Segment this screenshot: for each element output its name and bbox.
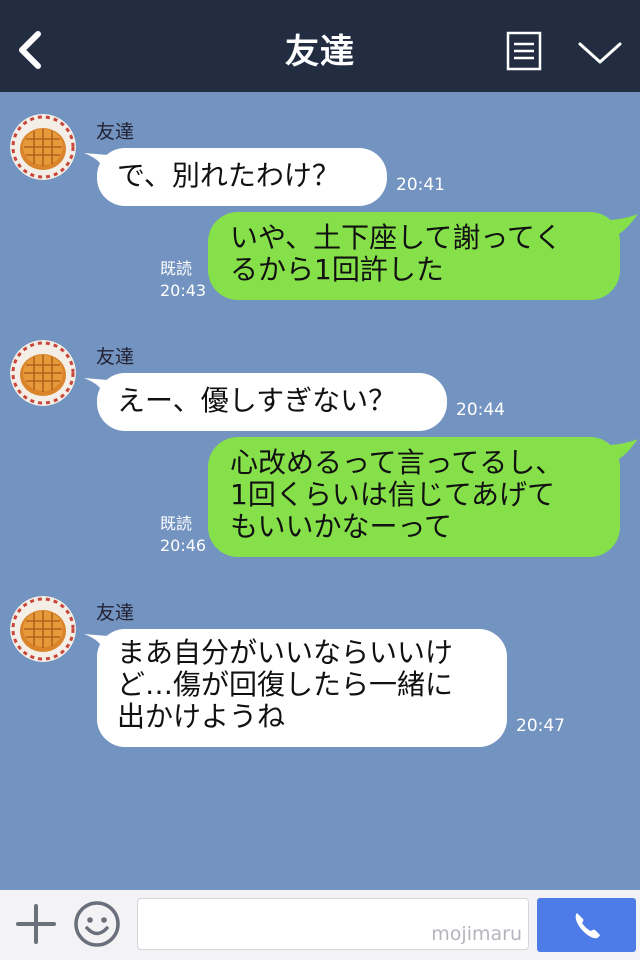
message-line: まあ自分がいいならいいけ <box>117 636 454 669</box>
call-button[interactable] <box>537 898 636 952</box>
sender-name: 友達 <box>96 602 135 624</box>
message-line: 1回くらいは信じてあげて <box>230 478 555 511</box>
message-line: ど…傷が回復したら一緒に <box>117 668 454 701</box>
chat-header: 友達 <box>0 0 640 92</box>
smile-icon[interactable] <box>72 899 122 949</box>
phone-icon <box>575 913 600 939</box>
chevron-down-icon[interactable] <box>576 38 624 68</box>
message-bubble-outgoing[interactable]: いや、土下座して謝ってく るから1回許した <box>208 212 620 300</box>
message-line: 心改めるって言ってるし、 <box>230 446 564 479</box>
message-line: いや、土下座して謝ってく <box>230 221 563 254</box>
message-bubble-incoming[interactable]: まあ自分がいいならいいけ ど…傷が回復したら一緒に 出かけようね <box>97 629 507 747</box>
sender-name: 友達 <box>96 121 135 143</box>
read-label: 既読 <box>160 514 193 533</box>
bubble-tail <box>608 214 638 236</box>
read-receipt: 既読 20:46 <box>160 513 206 557</box>
avatar[interactable] <box>10 114 76 180</box>
chat-area: 友達 で、別れたわけ？ 20:41 既読 20:43 いや、土下座して謝ってく … <box>0 92 640 890</box>
message-bubble-incoming[interactable]: えー、優しすぎない？ <box>97 373 447 431</box>
avatar[interactable] <box>10 596 76 662</box>
message-time: 20:41 <box>396 175 445 195</box>
message-line: 出かけようね <box>117 700 286 733</box>
chat-title: 友達 <box>285 32 355 72</box>
message-bubble-incoming[interactable]: で、別れたわけ？ <box>97 148 387 206</box>
avatar[interactable] <box>10 340 76 406</box>
watermark: mojimaru <box>431 923 522 945</box>
sender-name: 友達 <box>96 346 135 368</box>
menu-icon[interactable] <box>506 31 542 71</box>
message-text: いや、土下座して謝ってく るから1回許した <box>230 222 562 286</box>
message-line: るから1回許した <box>230 253 444 286</box>
message-time: 20:46 <box>160 536 207 555</box>
message-text: えー、優しすぎない？ <box>117 384 397 417</box>
message-text: 心改めるって言ってるし、 1回くらいは信じてあげて もいいかなーって <box>230 447 563 543</box>
message-line: もいいかなーって <box>230 510 453 543</box>
plus-icon[interactable] <box>16 902 56 946</box>
bubble-tail <box>608 439 638 461</box>
message-input[interactable]: mojimaru <box>137 898 529 950</box>
message-time: 20:44 <box>456 400 505 420</box>
read-label: 既読 <box>160 259 193 278</box>
input-bar: mojimaru <box>0 890 640 960</box>
read-receipt: 既読 20:43 <box>160 258 206 302</box>
message-text: まあ自分がいいならいいけ ど…傷が回復したら一緒に 出かけようね <box>117 637 453 733</box>
message-text: で、別れたわけ？ <box>117 159 340 192</box>
message-bubble-outgoing[interactable]: 心改めるって言ってるし、 1回くらいは信じてあげて もいいかなーって <box>208 437 620 557</box>
message-time: 20:47 <box>516 716 565 736</box>
message-time: 20:43 <box>160 281 207 300</box>
